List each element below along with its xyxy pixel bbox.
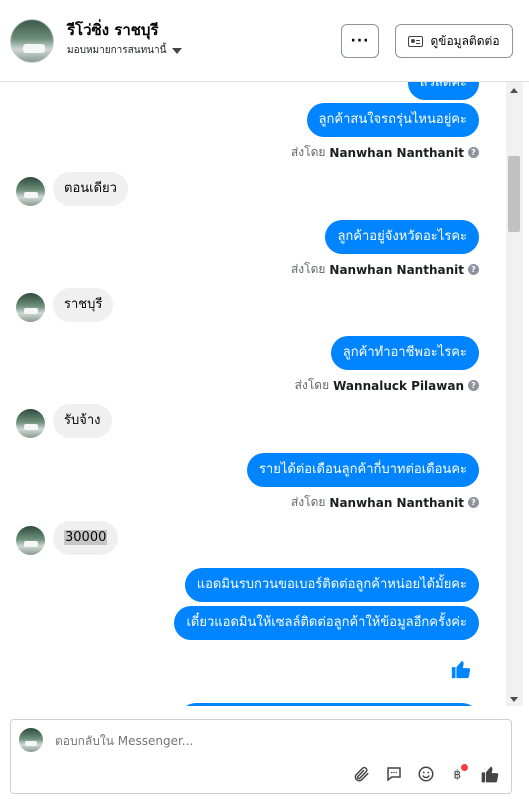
scroll-down-arrow-icon[interactable] [510,697,518,702]
scrollbar-thumb[interactable] [508,156,520,232]
assign-conversation-dropdown[interactable]: มอบหมายการสนทนานี้ [67,43,183,58]
like-icon [450,658,472,684]
sent-by-label: ส่งโดย Nanwhan Nanthanit? [291,143,479,162]
attachment-icon[interactable] [351,764,371,784]
sent-by-label: ส่งโดย Nanwhan Nanthanit? [291,493,479,512]
contact-avatar[interactable] [10,19,54,63]
incoming-message[interactable]: ราชบุรี [53,288,114,322]
outgoing-message[interactable]: เดี๋ยวแอดมินให้เซลล์ติดต่อลูกค้าให้ข้อมู… [174,606,479,640]
assign-label: มอบหมายการสนทนานี้ [67,45,167,56]
help-icon[interactable]: ? [468,497,479,508]
saved-replies-icon[interactable] [384,764,404,784]
scroll-up-arrow-icon[interactable] [510,88,518,93]
contact-avatar-small [16,526,45,555]
reply-composer: ฿ [10,719,512,794]
incoming-message[interactable]: รับจ้าง [53,404,112,438]
sent-by-label: ส่งโดย Wannaluck Pilawan? [295,376,479,395]
help-icon[interactable]: ? [468,147,479,158]
outgoing-message[interactable]: ลูกค้าทำอาชีพอะไรคะ [330,336,479,370]
help-icon[interactable]: ? [468,264,479,275]
payment-icon[interactable]: ฿ [448,764,468,784]
outgoing-message[interactable]: รายได้ต่อเดือนลูกค้ากี่บาทต่อเดือนคะ [246,453,479,487]
notification-dot [461,764,468,771]
outgoing-message[interactable]: สวัสดีค่ะ [407,82,479,100]
send-like-button[interactable] [480,764,500,784]
id-card-icon [408,35,424,47]
incoming-message[interactable]: 30000 [53,521,119,555]
contact-name[interactable]: รีโว่ซิ่ง ราชบุรี [67,18,159,42]
contact-avatar-small [16,177,45,206]
contact-avatar-small [16,293,45,322]
svg-text:฿: ฿ [454,768,462,782]
outgoing-message[interactable] [179,703,479,706]
more-options-button[interactable]: ··· [341,24,379,58]
view-contact-info-label: ดูข้อมูลติดต่อ [430,33,500,48]
emoji-icon[interactable] [416,764,436,784]
outgoing-message[interactable]: ลูกค้าสนใจรถรุ่นไหนอยู่คะ [306,103,479,137]
chevron-down-icon [172,47,183,54]
thread-scrollbar[interactable] [506,82,523,706]
reply-input[interactable] [55,734,435,748]
outgoing-message[interactable]: ลูกค้าอยู่จังหวัดอะไรคะ [325,220,479,254]
page-avatar [19,728,43,752]
view-contact-info-button[interactable]: ดูข้อมูลติดต่อ [395,24,513,58]
conversation-header: รีโว่ซิ่ง ราชบุรี มอบหมายการสนทนานี้ ···… [0,0,529,82]
sent-by-label: ส่งโดย Nanwhan Nanthanit? [291,260,479,279]
contact-avatar-small [16,409,45,438]
incoming-message[interactable]: ตอนเดียว [53,172,128,206]
more-icon: ··· [350,33,370,49]
outgoing-message[interactable]: แอดมินรบกวนขอเบอร์ติดต่อลูกค้าหน่อยได้มั… [184,568,479,602]
help-icon[interactable]: ? [468,380,479,391]
message-thread[interactable]: สวัสดีค่ะ ลูกค้าสนใจรถรุ่นไหนอยู่คะ ส่งโ… [0,82,506,706]
